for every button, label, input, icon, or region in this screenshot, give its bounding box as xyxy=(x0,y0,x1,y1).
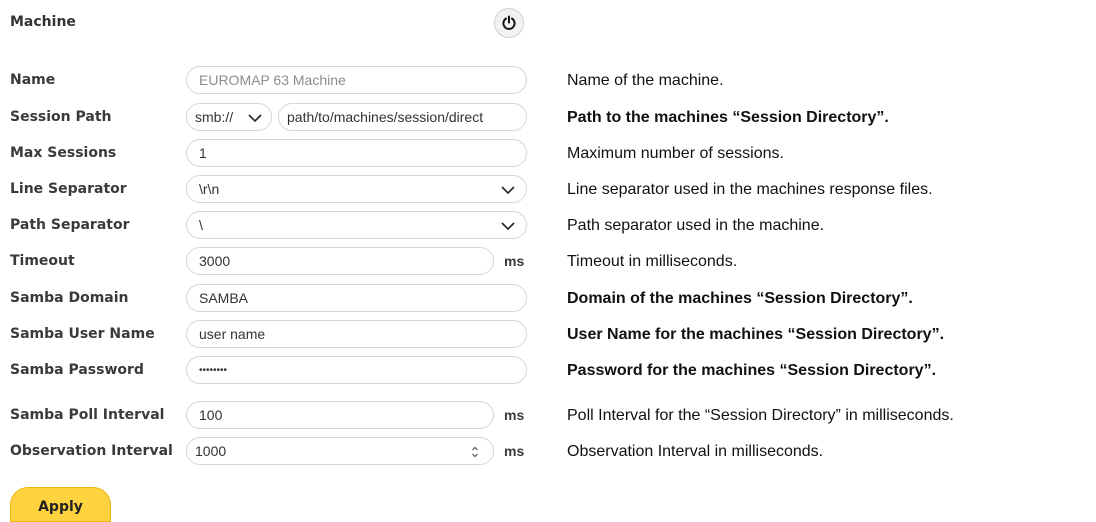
samba-user-input[interactable]: user name xyxy=(186,320,527,348)
samba-poll-input[interactable]: 100 xyxy=(186,401,494,429)
session-path-label: Session Path xyxy=(10,109,112,125)
protocol-select[interactable]: smb:// xyxy=(186,103,272,131)
line-separator-description: Line separator used in the machines resp… xyxy=(567,181,933,198)
apply-button[interactable]: Apply xyxy=(10,487,111,522)
observation-unit: ms xyxy=(504,443,525,459)
page-title: Machine xyxy=(10,14,76,30)
max-sessions-input[interactable]: 1 xyxy=(186,139,527,167)
session-path-description: Path to the machines “Session Directory”… xyxy=(567,109,889,126)
samba-password-value: •••••••• xyxy=(199,364,228,376)
chevron-down-icon xyxy=(248,114,262,123)
observation-input[interactable]: 1000 xyxy=(186,437,494,465)
chevron-down-icon xyxy=(501,186,515,195)
max-sessions-description: Maximum number of sessions. xyxy=(567,145,784,162)
spinner-arrows-icon[interactable] xyxy=(471,445,479,459)
observation-row: Observation Interval 1000 ms xyxy=(0,437,540,465)
max-sessions-value: 1 xyxy=(199,145,207,161)
name-input[interactable]: EUROMAP 63 Machine xyxy=(186,66,527,94)
timeout-row: Timeout 3000 ms xyxy=(0,247,540,275)
samba-poll-unit: ms xyxy=(504,407,525,423)
observation-value: 1000 xyxy=(195,443,227,459)
name-value: EUROMAP 63 Machine xyxy=(199,72,346,88)
samba-domain-label: Samba Domain xyxy=(10,290,129,306)
line-separator-select[interactable]: \r\n xyxy=(186,175,527,203)
samba-poll-description: Poll Interval for the “Session Directory… xyxy=(567,407,954,424)
observation-label: Observation Interval xyxy=(10,443,173,459)
session-path-value: path/to/machines/session/direct xyxy=(287,109,484,125)
path-separator-select[interactable]: \ xyxy=(186,211,527,239)
path-separator-description: Path separator used in the machine. xyxy=(567,217,825,234)
line-separator-value: \r\n xyxy=(199,181,220,197)
timeout-input[interactable]: 3000 xyxy=(186,247,494,275)
max-sessions-row: Max Sessions 1 xyxy=(0,139,540,167)
samba-poll-label: Samba Poll Interval xyxy=(10,407,165,423)
session-path-row: Session Path smb:// path/to/machines/ses… xyxy=(0,103,540,131)
samba-password-input[interactable]: •••••••• xyxy=(186,356,527,384)
timeout-unit: ms xyxy=(504,253,525,269)
timeout-label: Timeout xyxy=(10,253,75,269)
samba-password-row: Samba Password •••••••• xyxy=(0,356,540,384)
timeout-description: Timeout in milliseconds. xyxy=(567,253,738,270)
samba-user-label: Samba User Name xyxy=(10,326,155,342)
samba-poll-row: Samba Poll Interval 100 ms xyxy=(0,401,540,429)
samba-domain-description: Domain of the machines “Session Director… xyxy=(567,290,913,307)
chevron-down-icon xyxy=(501,222,515,231)
samba-domain-row: Samba Domain SAMBA xyxy=(0,284,540,312)
timeout-value: 3000 xyxy=(199,253,231,269)
samba-user-value: user name xyxy=(199,326,266,342)
samba-domain-input[interactable]: SAMBA xyxy=(186,284,527,312)
line-separator-row: Line Separator \r\n xyxy=(0,175,540,203)
max-sessions-label: Max Sessions xyxy=(10,145,117,161)
path-separator-value: \ xyxy=(199,217,203,233)
protocol-value: smb:// xyxy=(195,109,234,125)
path-separator-label: Path Separator xyxy=(10,217,130,233)
samba-poll-value: 100 xyxy=(199,407,223,423)
power-icon xyxy=(502,15,516,30)
name-description: Name of the machine. xyxy=(567,72,724,89)
samba-domain-value: SAMBA xyxy=(199,290,249,306)
power-button[interactable] xyxy=(494,8,524,38)
path-separator-row: Path Separator \ xyxy=(0,211,540,239)
observation-description: Observation Interval in milliseconds. xyxy=(567,443,824,460)
samba-password-label: Samba Password xyxy=(10,362,144,378)
name-row: Name EUROMAP 63 Machine xyxy=(0,66,540,94)
samba-password-description: Password for the machines “Session Direc… xyxy=(567,362,937,379)
line-separator-label: Line Separator xyxy=(10,181,127,197)
session-path-input[interactable]: path/to/machines/session/direct xyxy=(278,103,527,131)
samba-user-description: User Name for the machines “Session Dire… xyxy=(567,326,945,343)
samba-user-row: Samba User Name user name xyxy=(0,320,540,348)
name-label: Name xyxy=(10,72,56,88)
